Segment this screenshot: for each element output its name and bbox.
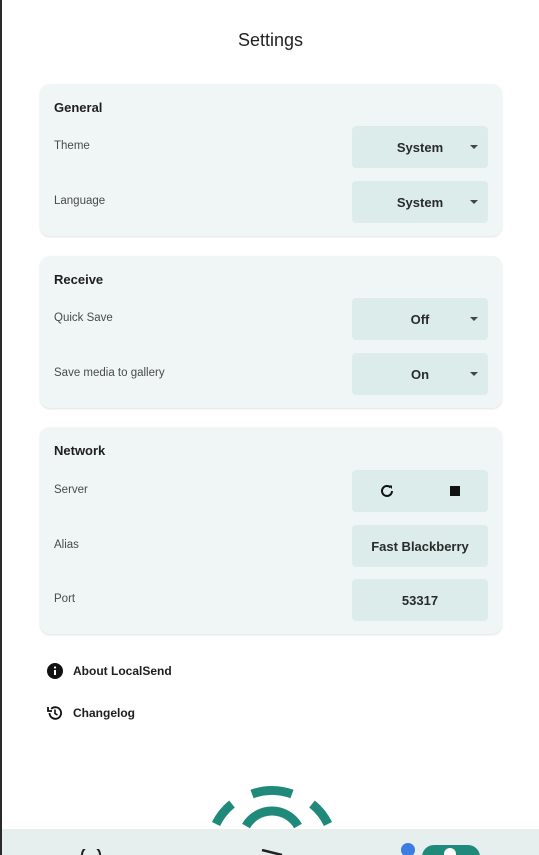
port-value: 53317 — [401, 592, 439, 608]
logo-icon — [211, 786, 333, 829]
port-label: Port — [54, 593, 76, 605]
server-label: Server — [54, 484, 88, 496]
server-controls — [352, 470, 488, 512]
about-link[interactable]: About LocalSend — [46, 662, 172, 680]
language-label: Language — [54, 195, 106, 207]
receive-title: Receive — [54, 272, 104, 287]
receive-nav-icon[interactable] — [80, 849, 102, 855]
alias-label: Alias — [54, 539, 79, 551]
chevron-down-icon — [470, 317, 478, 321]
stop-icon[interactable] — [449, 485, 461, 497]
port-field[interactable]: 53317 — [352, 579, 488, 621]
theme-value: System — [396, 139, 444, 155]
receive-card: Receive Quick Save Off Save media to gal… — [40, 256, 502, 408]
info-icon — [46, 662, 64, 680]
chevron-down-icon — [470, 200, 478, 204]
general-card: General Theme System Language System — [40, 84, 502, 236]
settings-nav-button[interactable] — [422, 845, 480, 855]
notification-dot — [401, 843, 415, 855]
about-label: About LocalSend — [73, 664, 172, 678]
language-dropdown[interactable]: System — [352, 181, 488, 223]
quick-save-label: Quick Save — [54, 312, 113, 324]
language-value: System — [396, 194, 444, 210]
alias-value: Fast Blackberry — [371, 538, 469, 554]
chevron-down-icon — [470, 372, 478, 376]
network-title: Network — [54, 443, 106, 458]
send-nav-icon[interactable] — [260, 849, 284, 855]
general-title: General — [54, 100, 103, 115]
quick-save-value: Off — [410, 311, 430, 327]
changelog-link[interactable]: Changelog — [46, 704, 135, 722]
alias-field[interactable]: Fast Blackberry — [352, 525, 488, 567]
gear-icon — [444, 848, 456, 855]
chevron-down-icon — [470, 145, 478, 149]
theme-label: Theme — [54, 140, 90, 152]
save-media-dropdown[interactable]: On — [352, 353, 488, 395]
theme-dropdown[interactable]: System — [352, 126, 488, 168]
save-media-label: Save media to gallery — [54, 367, 165, 379]
page-title: Settings — [237, 30, 304, 50]
save-media-value: On — [410, 366, 430, 382]
quick-save-dropdown[interactable]: Off — [352, 298, 488, 340]
changelog-label: Changelog — [73, 706, 135, 720]
refresh-icon[interactable] — [379, 483, 395, 499]
network-card: Network Server Alias Fast Blackberry Por… — [40, 427, 502, 634]
bottom-navigation — [2, 829, 539, 855]
history-icon — [46, 704, 64, 722]
